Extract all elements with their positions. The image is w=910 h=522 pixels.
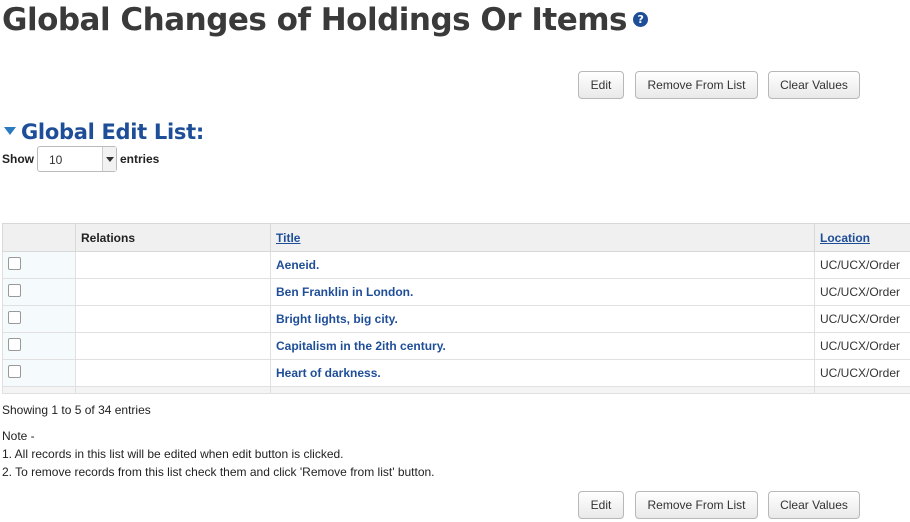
location-cell: UC/UCX/Order — [814, 332, 910, 360]
note-line-2: 2. To remove records from this list chec… — [2, 465, 435, 479]
table-info: Showing 1 to 5 of 34 entries — [2, 403, 151, 417]
edit-button-bottom[interactable]: Edit — [578, 491, 624, 519]
location-cell: UC/UCX/Order — [814, 251, 910, 279]
row-checkbox[interactable] — [8, 311, 21, 324]
chevron-down-icon[interactable] — [102, 147, 116, 171]
footer-cell — [270, 386, 815, 394]
title-cell: Heart of darkness. — [270, 359, 815, 387]
row-select-cell[interactable] — [2, 251, 76, 279]
relations-cell — [75, 332, 271, 360]
sort-title-link[interactable]: Title — [276, 231, 300, 245]
table-row: Ben Franklin in London. UC/UCX/Order — [2, 278, 910, 306]
row-select-cell[interactable] — [2, 332, 76, 360]
remove-from-list-button-top[interactable]: Remove From List — [635, 71, 758, 99]
column-header-relations: Relations — [75, 223, 271, 252]
relations-cell — [75, 251, 271, 279]
table-row: Bright lights, big city. UC/UCX/Order — [2, 305, 910, 333]
relations-cell — [75, 359, 271, 387]
table-row: Heart of darkness. UC/UCX/Order — [2, 359, 910, 387]
title-link[interactable]: Bright lights, big city. — [276, 312, 398, 326]
relations-cell — [75, 305, 271, 333]
table-row: Aeneid. UC/UCX/Order — [2, 251, 910, 279]
entries-select-value: 10 — [49, 153, 63, 167]
caret-down-icon[interactable] — [4, 127, 16, 135]
row-checkbox[interactable] — [8, 338, 21, 351]
column-header-select — [2, 223, 76, 252]
row-select-cell[interactable] — [2, 359, 76, 387]
relations-cell — [75, 278, 271, 306]
column-header-title[interactable]: Title — [270, 223, 815, 252]
column-header-location[interactable]: Location — [814, 223, 910, 252]
help-icon[interactable]: ? — [633, 12, 648, 27]
global-edit-table: Relations Title Location Aeneid. UC/UCX/… — [2, 223, 910, 394]
table-footer-row — [2, 386, 910, 394]
table-header-row: Relations Title Location — [2, 223, 910, 252]
row-checkbox[interactable] — [8, 284, 21, 297]
clear-values-button-top[interactable]: Clear Values — [768, 71, 860, 99]
page-title-text: Global Changes of Holdings Or Items — [2, 2, 628, 38]
location-cell: UC/UCX/Order — [814, 278, 910, 306]
table-row: Capitalism in the 2ith century. UC/UCX/O… — [2, 332, 910, 360]
entries-select[interactable]: 10 — [37, 146, 117, 172]
title-cell: Ben Franklin in London. — [270, 278, 815, 306]
title-cell: Aeneid. — [270, 251, 815, 279]
row-select-cell[interactable] — [2, 278, 76, 306]
title-link[interactable]: Heart of darkness. — [276, 366, 381, 380]
row-checkbox[interactable] — [8, 365, 21, 378]
row-select-cell[interactable] — [2, 305, 76, 333]
footer-cell — [2, 386, 76, 394]
title-link[interactable]: Aeneid. — [276, 258, 319, 272]
entries-label: entries — [120, 152, 160, 166]
page-title: Global Changes of Holdings Or Items? — [2, 2, 648, 38]
title-cell: Bright lights, big city. — [270, 305, 815, 333]
edit-button-top[interactable]: Edit — [578, 71, 624, 99]
note-line-1: 1. All records in this list will be edit… — [2, 447, 344, 461]
remove-from-list-button-bottom[interactable]: Remove From List — [635, 491, 758, 519]
section-title[interactable]: Global Edit List: — [4, 120, 204, 144]
section-title-text: Global Edit List: — [21, 120, 204, 144]
title-cell: Capitalism in the 2ith century. — [270, 332, 815, 360]
title-link[interactable]: Ben Franklin in London. — [276, 285, 413, 299]
sort-location-link[interactable]: Location — [820, 231, 870, 245]
note-heading: Note - — [2, 429, 35, 443]
location-cell: UC/UCX/Order — [814, 305, 910, 333]
location-cell: UC/UCX/Order — [814, 359, 910, 387]
clear-values-button-bottom[interactable]: Clear Values — [768, 491, 860, 519]
footer-cell — [75, 386, 271, 394]
row-checkbox[interactable] — [8, 257, 21, 270]
title-link[interactable]: Capitalism in the 2ith century. — [276, 339, 446, 353]
show-label: Show — [2, 152, 34, 166]
footer-cell — [814, 386, 910, 394]
